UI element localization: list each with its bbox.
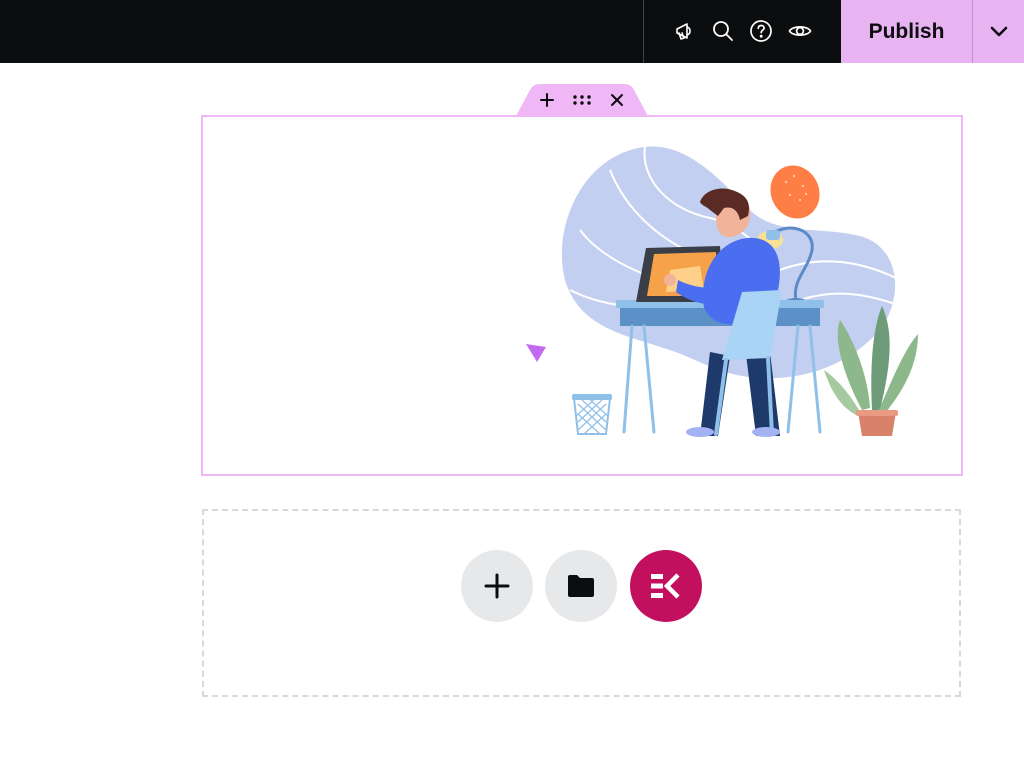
add-template-button[interactable] — [545, 550, 617, 622]
chevron-down-icon — [990, 26, 1007, 36]
drag-handle-icon — [573, 95, 591, 105]
illustration-image — [526, 145, 918, 437]
eye-icon[interactable] — [785, 16, 815, 46]
drag-section-button[interactable] — [570, 89, 594, 111]
add-new-section-button[interactable] — [461, 550, 533, 622]
publish-options-button[interactable] — [973, 0, 1024, 63]
plus-icon — [540, 93, 554, 107]
top-bar: Publish — [0, 0, 1024, 63]
elementor-kit-button[interactable] — [630, 550, 702, 622]
publish-button[interactable]: Publish — [841, 0, 972, 63]
close-icon — [611, 94, 623, 106]
delete-section-button[interactable] — [605, 89, 629, 111]
toolbar-divider — [643, 0, 644, 63]
template-library-icon — [568, 575, 594, 597]
megaphone-icon[interactable] — [670, 16, 700, 46]
help-icon[interactable] — [746, 16, 776, 46]
search-icon[interactable] — [708, 16, 738, 46]
add-section-button[interactable] — [535, 89, 559, 111]
elementor-kit-icon — [651, 573, 680, 599]
add-section-icon — [484, 573, 510, 599]
